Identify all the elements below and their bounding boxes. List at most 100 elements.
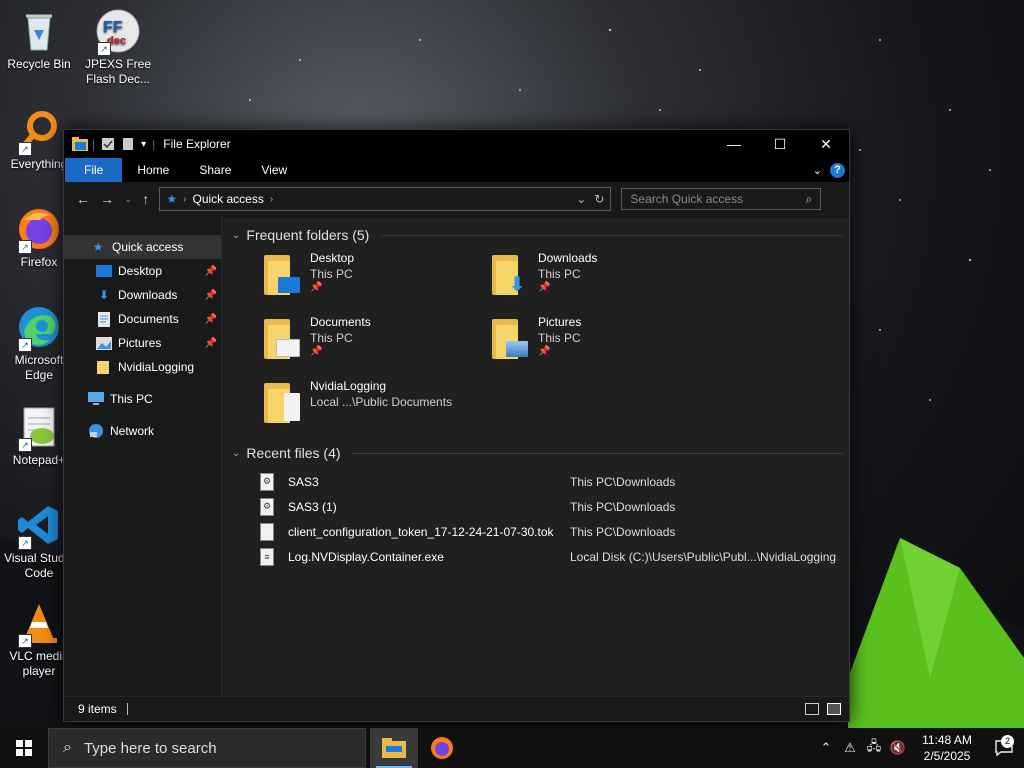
window-title: File Explorer — [163, 137, 231, 151]
taskbar-file-explorer[interactable] — [370, 728, 418, 768]
tab-file[interactable]: File — [65, 158, 123, 182]
windows-logo-icon — [16, 740, 32, 756]
large-icons-view-icon[interactable] — [827, 703, 841, 715]
file-explorer-icon — [382, 738, 406, 758]
network-disconnected-icon[interactable]: 🖧 — [862, 737, 886, 759]
breadcrumb-separator-icon: › — [183, 193, 187, 205]
pin-icon: 📌 — [538, 282, 551, 293]
recent-file-row[interactable]: client_configuration_token_17-12-24-21-0… — [260, 519, 849, 544]
recent-files-header[interactable]: ⌄ Recent files (4) — [232, 445, 849, 461]
refresh-icon[interactable]: ↻ — [594, 192, 604, 206]
sidebar-item-network[interactable]: Network — [64, 419, 221, 443]
start-button[interactable] — [0, 728, 48, 768]
sidebar-item-pictures[interactable]: Pictures 📌 — [64, 331, 221, 355]
computer-icon — [88, 391, 104, 407]
section-title: Frequent folders (5) — [246, 227, 370, 243]
maximize-button[interactable]: ☐ — [757, 130, 803, 158]
section-title: Recent files (4) — [246, 445, 341, 461]
folder-tile-documents[interactable]: Documents This PC 📌 — [264, 315, 492, 379]
help-icon[interactable]: ? — [830, 162, 845, 178]
file-name: client_configuration_token_17-12-24-21-0… — [288, 524, 554, 539]
recent-file-row[interactable]: ≡ Log.NVDisplay.Container.exe Local Disk… — [260, 544, 849, 569]
breadcrumb-separator-icon: › — [269, 193, 274, 205]
search-placeholder: Search Quick access — [630, 192, 744, 206]
download-arrow-icon: ⬇ — [98, 288, 110, 302]
recycle-bin-icon — [16, 8, 62, 54]
tab-view[interactable]: View — [246, 158, 302, 182]
folder-tile-nvidialogging[interactable]: NvidiaLogging Local ...\Public Documents — [264, 379, 492, 443]
tab-share[interactable]: Share — [184, 158, 246, 182]
svg-text:FF: FF — [103, 19, 123, 36]
file-path: This PC\Downloads — [570, 474, 676, 489]
properties-icon[interactable] — [101, 137, 115, 151]
address-bar[interactable]: ★ › Quick access › ⌄ ↻ — [159, 187, 612, 211]
search-icon: ⌕ — [63, 739, 72, 756]
folder-tile-downloads[interactable]: ⬇ Downloads This PC 📌 — [492, 251, 720, 315]
pin-icon: 📌 — [204, 313, 217, 325]
frequent-folders-header[interactable]: ⌄ Frequent folders (5) — [232, 227, 849, 243]
sidebar-item-documents[interactable]: Documents 📌 — [64, 307, 221, 331]
folder-tile-pictures[interactable]: Pictures This PC 📌 — [492, 315, 720, 379]
sidebar-item-this-pc[interactable]: This PC — [64, 387, 221, 411]
shortcut-arrow-icon: ↗ — [97, 42, 111, 56]
details-view-icon[interactable] — [805, 703, 819, 715]
clock[interactable]: 11:48 AM 2/5/2025 — [910, 732, 984, 764]
recent-file-row[interactable]: ⚙ SAS3 This PC\Downloads — [260, 469, 849, 494]
sidebar-item-quick-access[interactable]: ★ Quick access — [64, 235, 221, 259]
folder-tile-desktop[interactable]: Desktop This PC 📌 — [264, 251, 492, 315]
downloads-folder-icon: ⬇ — [492, 255, 530, 295]
vscode-icon: ↗ — [16, 502, 62, 550]
up-arrow-icon[interactable]: ↑ — [142, 191, 149, 207]
customize-qat-chevron-icon[interactable]: ▾ — [141, 139, 146, 150]
expand-ribbon-chevron-icon[interactable]: ⌄ — [813, 164, 822, 177]
close-button[interactable]: ✕ — [803, 130, 849, 158]
documents-icon — [96, 311, 112, 327]
file-path: This PC\Downloads — [570, 499, 676, 514]
pin-icon: 📌 — [310, 282, 323, 293]
folder-name: Documents — [310, 315, 371, 329]
folder-name: Desktop — [310, 251, 355, 265]
taskbar-search-box[interactable]: ⌕ Type here to search — [48, 728, 366, 768]
folder-icon — [72, 137, 88, 151]
sidebar-item-label: Documents — [118, 312, 179, 326]
taskbar-firefox[interactable] — [418, 728, 466, 768]
sidebar-item-nvidialogging[interactable]: NvidiaLogging — [64, 355, 221, 379]
action-center-button[interactable]: 2 — [984, 735, 1024, 756]
back-arrow-icon[interactable]: ← — [76, 191, 90, 207]
folder-location: Local ...\Public Documents — [310, 395, 453, 409]
address-dropdown-chevron-icon[interactable]: ⌄ — [576, 192, 586, 206]
breadcrumb-quick-access[interactable]: Quick access — [193, 192, 264, 206]
sidebar-item-label: Desktop — [118, 264, 163, 278]
script-file-icon: ⚙ — [260, 472, 274, 491]
sidebar-item-desktop[interactable]: Desktop 📌 — [64, 259, 221, 283]
minimize-button[interactable]: — — [711, 130, 757, 158]
desktop-icon-label: Recycle Bin — [7, 57, 71, 71]
new-folder-icon[interactable] — [121, 137, 135, 151]
sidebar-item-label: NvidiaLogging — [118, 360, 195, 374]
system-tray: ⌃ ⚠ 🖧 🔇 11:48 AM 2/5/2025 2 — [814, 728, 1024, 768]
item-count: 9 items — [78, 702, 117, 716]
show-hidden-icons-chevron-icon[interactable]: ⌃ — [814, 740, 838, 756]
status-bar: 9 items — [64, 696, 849, 721]
folder-icon — [264, 383, 302, 423]
everything-search-icon: ↗ — [16, 108, 62, 156]
script-file-icon: ⚙ — [260, 497, 274, 516]
tab-home[interactable]: Home — [122, 158, 184, 182]
edge-icon: ↗ — [16, 304, 62, 352]
security-alert-icon[interactable]: ⚠ — [838, 740, 862, 756]
forward-arrow-icon[interactable]: → — [100, 191, 114, 207]
volume-muted-icon[interactable]: 🔇 — [886, 740, 910, 756]
desktop-icon-recycle-bin[interactable]: Recycle Bin — [1, 8, 77, 72]
recent-file-row[interactable]: ⚙ SAS3 (1) This PC\Downloads — [260, 494, 849, 519]
search-box[interactable]: Search Quick access ⌕ — [621, 188, 822, 210]
folder-location: This PC — [310, 267, 353, 281]
recent-files-list: ⚙ SAS3 This PC\Downloads ⚙ SAS3 (1) This… — [260, 469, 849, 569]
text-file-icon: ≡ — [260, 547, 274, 566]
firefox-icon — [431, 737, 453, 759]
clock-date: 2/5/2025 — [923, 749, 971, 763]
recent-locations-chevron-icon[interactable]: ⌄ — [124, 194, 132, 205]
quick-access-toolbar: | ▾ | — [64, 137, 155, 151]
desktop-icon-jpexs[interactable]: FF dec ↗ JPEXS Free Flash Dec... — [80, 8, 156, 87]
sidebar-item-downloads[interactable]: ⬇ Downloads 📌 — [64, 283, 221, 307]
file-name: Log.NVDisplay.Container.exe — [288, 549, 444, 564]
